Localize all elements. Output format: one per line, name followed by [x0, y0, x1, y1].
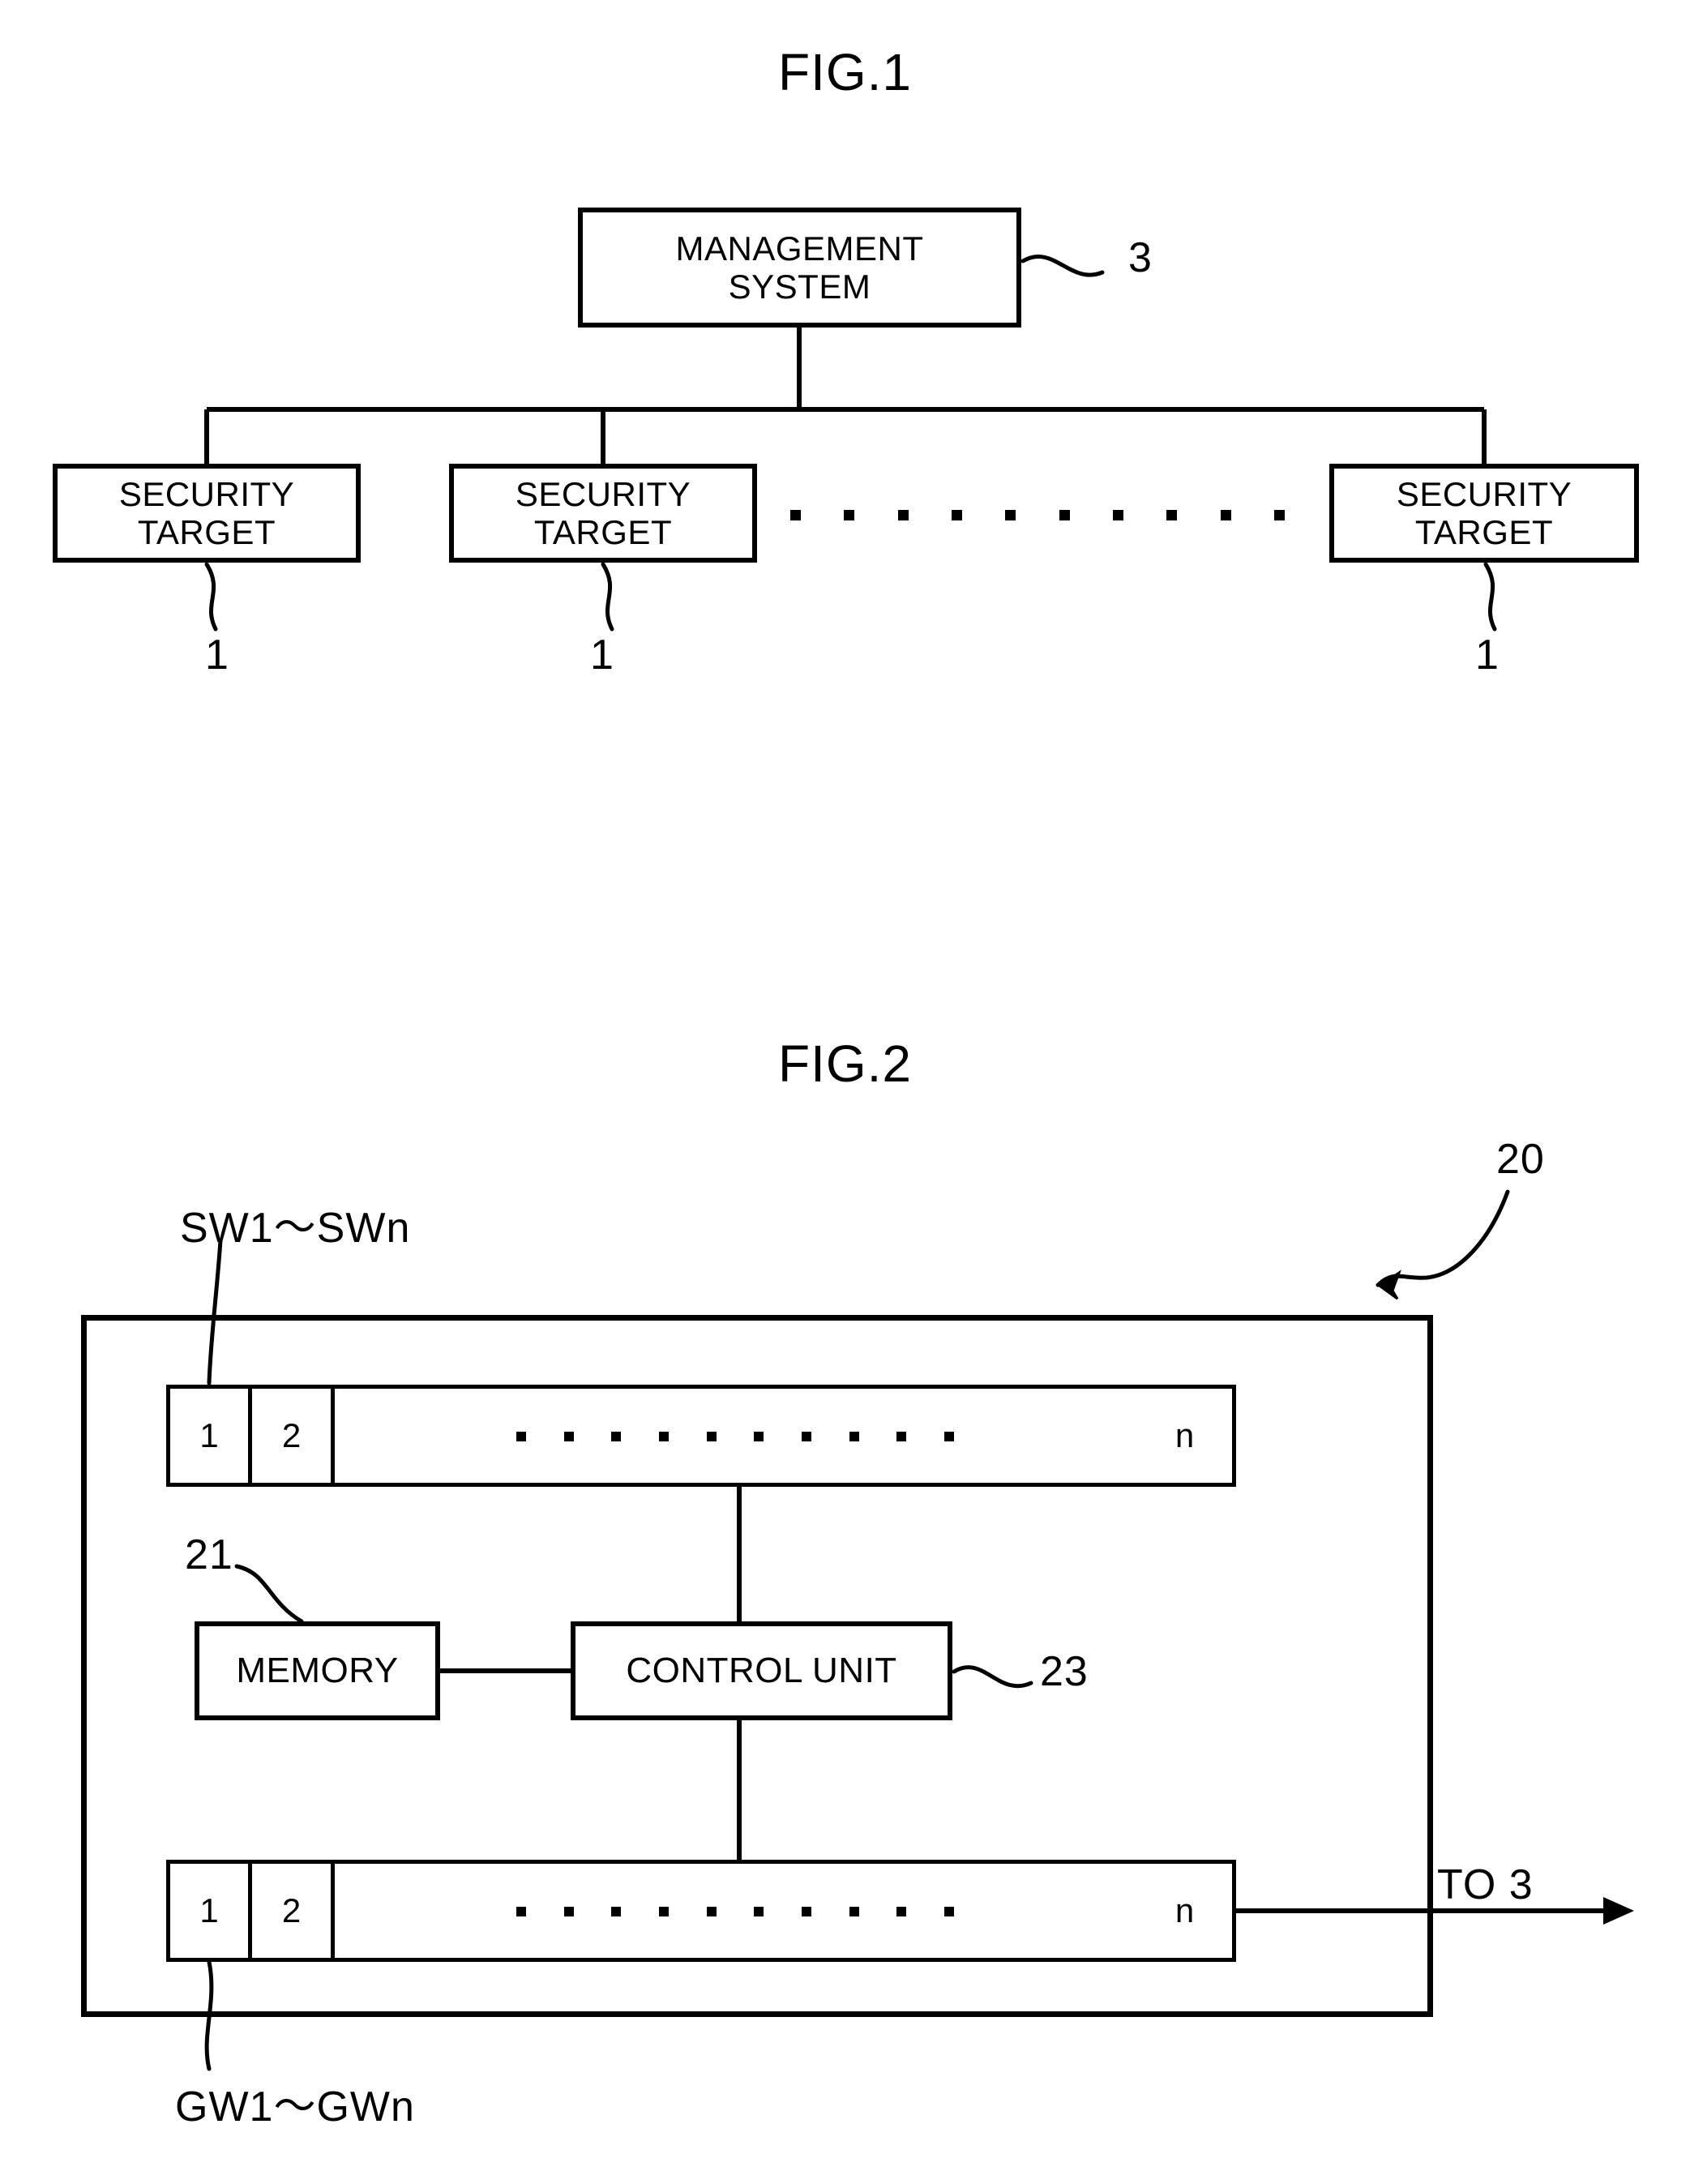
ellipsis-dot — [801, 1431, 811, 1441]
reference-numeral-1-b: 1 — [590, 632, 614, 679]
gw-cell-2: 2 — [252, 1860, 335, 1962]
ellipsis-dot — [611, 1906, 622, 1916]
ellipsis-dot — [801, 1906, 811, 1916]
ellipsis-dot — [706, 1431, 717, 1441]
ellipsis-dot — [897, 509, 909, 520]
gw-cell-n: n — [1137, 1860, 1236, 1962]
security-target-1-line2: TARGET — [137, 513, 276, 551]
ellipsis-dot — [658, 1431, 669, 1441]
leader-ref-1-c — [1483, 562, 1497, 632]
ellipsis-dot — [516, 1431, 526, 1441]
ellipsis-dot — [896, 1906, 907, 1916]
memory-box: MEMORY — [195, 1621, 440, 1720]
security-target-n-line2: TARGET — [1414, 513, 1554, 551]
figure-2-title: FIG.2 — [777, 1034, 913, 1093]
sw-cell-2: 2 — [252, 1385, 335, 1487]
memory-label: MEMORY — [236, 1651, 399, 1691]
sw-cell-1-label: 1 — [199, 1416, 219, 1454]
output-arrowhead — [1603, 1897, 1634, 1925]
ellipsis-dot — [706, 1906, 717, 1916]
ellipsis-dot — [563, 1906, 574, 1916]
sw-cell-1: 1 — [166, 1385, 252, 1487]
ellipsis-dot — [844, 509, 855, 520]
security-target-1-line1: SECURITY — [118, 474, 295, 513]
reference-numeral-21: 21 — [185, 1531, 233, 1578]
patent-drawing-sheet: FIG.1 MANAGEMENT SYSTEM 3 SECURITY TARGE… — [0, 0, 1690, 2184]
ellipsis-dot — [1273, 509, 1285, 520]
ellipsis-dot — [1112, 509, 1123, 520]
security-target-box-1: SECURITY TARGET — [53, 464, 361, 563]
leader-ref-1-b — [601, 562, 614, 632]
ellipsis-dot — [896, 1431, 907, 1441]
ellipsis-dot — [658, 1906, 669, 1916]
sw-cell-n-label: n — [1174, 1416, 1195, 1454]
ellipsis-dot — [1220, 509, 1231, 520]
management-system-box: MANAGEMENT SYSTEM — [578, 208, 1021, 328]
ellipsis-dot — [1166, 509, 1178, 520]
leader-ref-1-a — [204, 562, 218, 632]
management-system-label-line1: MANAGEMENT — [675, 229, 924, 268]
gw-row-ellipsis — [516, 1906, 954, 1916]
security-target-box-n: SECURITY TARGET — [1329, 464, 1639, 563]
sw-cell-2-label: 2 — [281, 1416, 302, 1454]
ellipsis-dot — [943, 1431, 954, 1441]
ellipsis-dot — [516, 1906, 526, 1916]
ellipsis-dot — [943, 1906, 954, 1916]
figure-1-title: FIG.1 — [777, 43, 913, 101]
gw-cell-n-label: n — [1174, 1891, 1195, 1929]
control-unit-label: CONTROL UNIT — [626, 1651, 897, 1691]
reference-numeral-3: 3 — [1128, 234, 1153, 281]
ellipsis-dot — [754, 1431, 764, 1441]
reference-numeral-1-a: 1 — [205, 632, 229, 679]
control-unit-box: CONTROL UNIT — [571, 1621, 952, 1720]
security-target-2-line1: SECURITY — [515, 474, 691, 513]
fig1-ellipsis — [790, 509, 1285, 520]
gw-bus-label: GW1～GWn — [175, 2083, 415, 2130]
security-target-n-line1: SECURITY — [1396, 474, 1572, 513]
ellipsis-dot — [1059, 509, 1070, 520]
ellipsis-dot — [849, 1906, 859, 1916]
sw-cell-n: n — [1137, 1385, 1236, 1487]
security-target-2-line2: TARGET — [533, 513, 673, 551]
ellipsis-dot — [951, 509, 962, 520]
reference-numeral-1-c: 1 — [1475, 632, 1500, 679]
ellipsis-dot — [611, 1431, 622, 1441]
management-system-label-line2: SYSTEM — [728, 268, 871, 306]
sw-row-ellipsis — [516, 1431, 954, 1441]
to-3-output-label: TO 3 — [1437, 1861, 1534, 1908]
reference-numeral-20: 20 — [1496, 1136, 1545, 1183]
sw-bus-label: SW1～SWn — [180, 1205, 411, 1252]
reference-numeral-23: 23 — [1040, 1648, 1089, 1695]
ellipsis-dot — [849, 1431, 859, 1441]
gw-cell-1-label: 1 — [199, 1891, 219, 1929]
leader-ref-3 — [1020, 255, 1105, 277]
gw-cell-1: 1 — [166, 1860, 252, 1962]
ellipsis-dot — [754, 1906, 764, 1916]
ellipsis-dot — [790, 509, 801, 520]
ref-20-arrowhead — [1377, 1270, 1401, 1300]
gw-cell-2-label: 2 — [281, 1891, 302, 1929]
security-target-box-2: SECURITY TARGET — [449, 464, 757, 563]
leader-ref-20 — [1376, 1189, 1510, 1287]
ellipsis-dot — [1005, 509, 1016, 520]
ellipsis-dot — [563, 1431, 574, 1441]
